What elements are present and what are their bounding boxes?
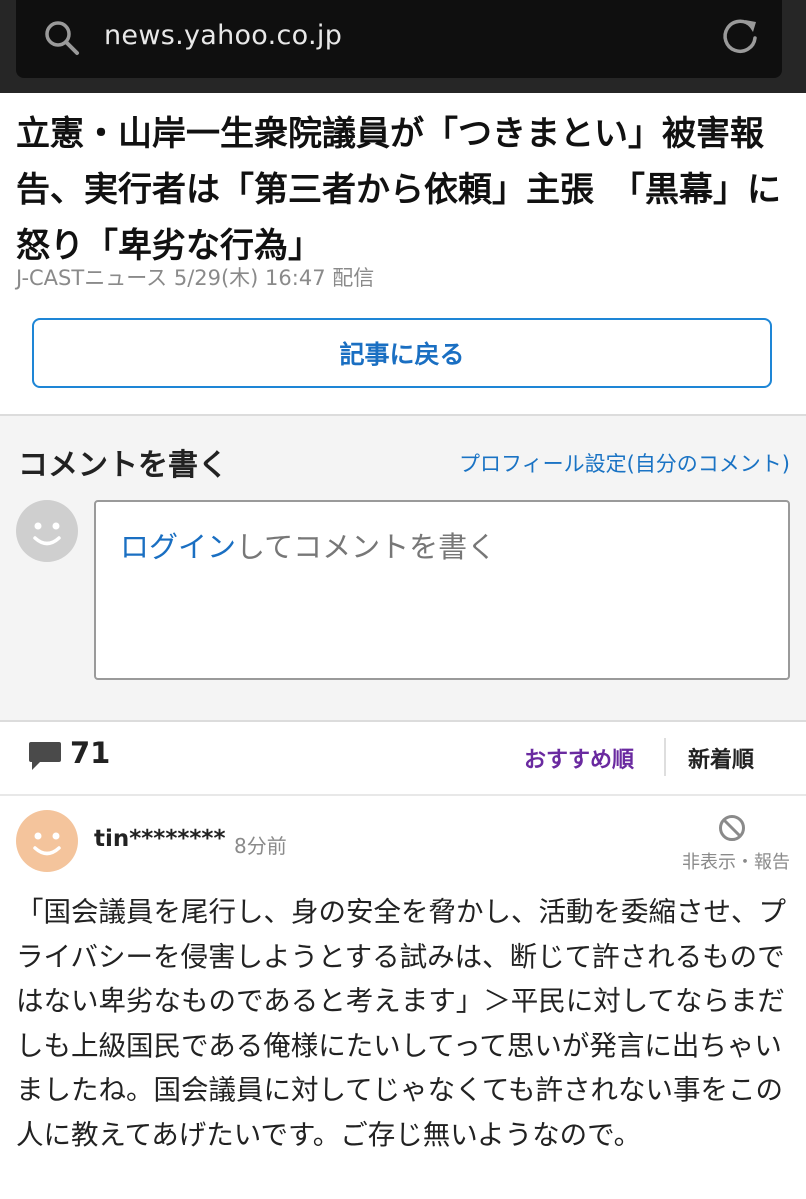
address-bar[interactable]: news.yahoo.co.jp [16, 0, 782, 78]
reload-icon[interactable] [718, 14, 762, 58]
sort-newest-tab[interactable]: 新着順 [688, 742, 754, 774]
comment-count-bar: 71 おすすめ順 新着順 [0, 720, 806, 796]
back-to-article-button[interactable]: 記事に戻る [32, 318, 772, 388]
comment-time: 8分前 [234, 834, 287, 858]
comment-input[interactable]: ログインしてコメントを書く [94, 500, 790, 680]
speech-bubble-icon [29, 742, 61, 770]
search-icon[interactable] [42, 18, 82, 58]
profile-settings-link[interactable]: プロフィール設定(自分のコメント) [459, 448, 790, 478]
block-icon[interactable] [718, 814, 746, 842]
comment-form-heading: コメントを書く [18, 448, 228, 483]
login-link[interactable]: ログイン [120, 530, 236, 564]
article-title: 立憲・山岸一生衆院議員が「つきまとい」被害報告、実行者は「第三者から依頼」主張 … [16, 114, 781, 266]
comment-placeholder: してコメントを書く [236, 530, 497, 564]
comment-body: 「国会議員を尾行し、身の安全を脅かし、活動を委縮させ、プライバシーを侵害しようと… [16, 896, 786, 1151]
url-text[interactable]: news.yahoo.co.jp [104, 20, 342, 51]
comment-form-section: コメントを書く プロフィール設定(自分のコメント) ログインしてコメントを書く [0, 414, 806, 722]
hide-report-button[interactable]: 非表示・報告 [682, 848, 790, 874]
comment-count: 71 [70, 736, 111, 770]
browser-toolbar: news.yahoo.co.jp [0, 0, 806, 93]
article-meta: J-CASTニュース 5/29(木) 16:47 配信 [16, 266, 375, 290]
avatar-icon [16, 500, 78, 562]
avatar-icon [16, 810, 78, 872]
sort-recommended-tab[interactable]: おすすめ順 [524, 742, 634, 774]
sort-divider [664, 738, 666, 776]
comment-username[interactable]: tin******** [94, 826, 225, 852]
